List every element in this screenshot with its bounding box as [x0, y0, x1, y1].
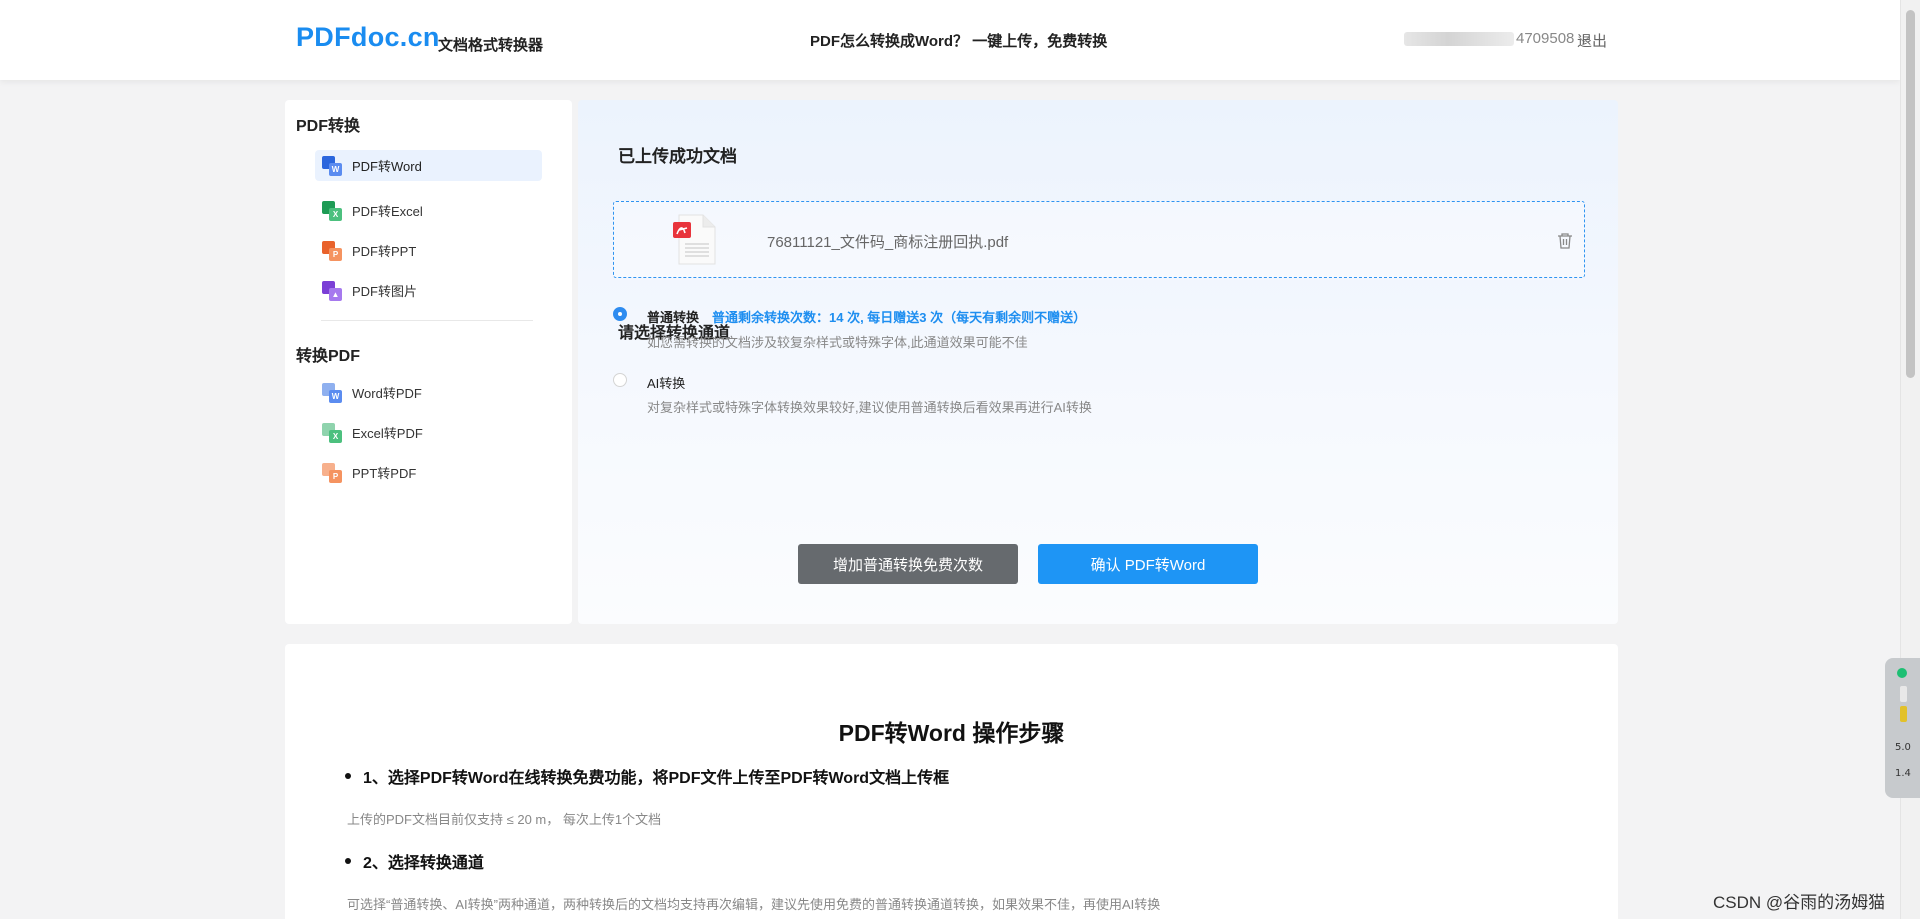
status-dot-icon [1897, 668, 1907, 678]
sidebar-item-word-to-pdf[interactable]: W Word转PDF [315, 377, 542, 408]
step-1-title: 1、选择PDF转Word在线转换免费功能，将PDF文件上传至PDF转Word文档… [345, 764, 949, 788]
float-value-2: 1.4 [1895, 768, 1911, 779]
option-normal-label[interactable]: 普通转换 [647, 307, 699, 326]
pdf-file-icon [673, 214, 716, 265]
add-free-count-button[interactable]: 增加普通转换免费次数 [798, 544, 1018, 584]
excel-icon: X [322, 422, 342, 443]
option-ai-desc: 对复杂样式或特殊字体转换效果较好,建议使用普通转换后看效果再进行AI转换 [647, 400, 1092, 415]
sidebar-item-pdf-to-image[interactable]: ▲ PDF转图片 [315, 275, 542, 306]
sidebar-item-label: PDF转Excel [352, 204, 423, 219]
confirm-convert-button[interactable]: 确认 PDF转Word [1038, 544, 1258, 584]
top-header: PDFdoc.cn 文档格式转换器 PDF怎么转换成Word？ 一键上传，免费转… [0, 0, 1900, 80]
logout-link[interactable]: 退出 [1577, 30, 1607, 51]
sidebar-item-label: PDF转Word [352, 159, 422, 174]
article-title: PDF转Word 操作步骤 [838, 720, 1065, 746]
radio-normal-conversion[interactable] [613, 307, 627, 321]
header-tagline: PDF怎么转换成Word？ 一键上传，免费转换 [810, 33, 1108, 50]
steps-article: PDF转Word 操作步骤 1、选择PDF转Word在线转换免费功能，将PDF文… [285, 644, 1618, 919]
option-normal-remaining: 普通剩余转换次数：14 次, 每日赠送3 次（每天有剩余则不赠送） [712, 310, 1087, 325]
sidebar-item-label: PDF转图片 [352, 284, 418, 299]
user-id-text: 4709508 [1516, 30, 1575, 47]
sidebar-item-pdf-to-excel[interactable]: X PDF转Excel [315, 195, 542, 226]
scrollbar-thumb[interactable] [1906, 10, 1915, 378]
sidebar-divider [321, 320, 533, 321]
sidebar-section-to-pdf: 转换PDF [296, 348, 361, 365]
blurred-username [1404, 31, 1514, 46]
step-2-text: 2、选择转换通道 [363, 855, 484, 872]
bullet-icon [345, 858, 351, 864]
option-ai-label[interactable]: AI转换 [647, 373, 685, 392]
step-1-text: 1、选择PDF转Word在线转换免费功能，将PDF文件上传至PDF转Word文档… [363, 770, 950, 787]
step-2-desc: 可选择“普通转换、AI转换”两种通道，两种转换后的文档均支持再次编辑，建议先使用… [347, 897, 1161, 912]
uploaded-file-name: 76811121_文件码_商标注册回执.pdf [767, 234, 1009, 251]
bullet-icon [345, 773, 351, 779]
excel-icon: X [322, 200, 342, 221]
sidebar-item-excel-to-pdf[interactable]: X Excel转PDF [315, 417, 542, 448]
bar-icon [1900, 706, 1907, 722]
uploaded-file-box[interactable]: 76811121_文件码_商标注册回执.pdf [613, 201, 1585, 278]
sidebar: PDF转换 W PDF转Word X PDF转Excel P PDF转PPT ▲… [285, 100, 572, 624]
site-subtitle: 文档格式转换器 [438, 37, 544, 54]
sidebar-item-pdf-to-word[interactable]: W PDF转Word [315, 150, 542, 181]
user-menu[interactable]: 4709508 [1404, 30, 1591, 47]
sidebar-section-pdf-convert: PDF转换 [296, 118, 361, 135]
step-2-title: 2、选择转换通道 [345, 849, 484, 873]
image-icon: ▲ [322, 280, 342, 301]
watermark: CSDN @谷雨的汤姆猫 [1713, 893, 1886, 912]
floating-toolbar[interactable]: 5.0 1.4 [1885, 658, 1920, 798]
option-normal-desc: 如您需转换的文档涉及较复杂样式或特殊字体,此通道效果可能不佳 [647, 335, 1028, 350]
ppt-icon: P [322, 462, 342, 483]
sidebar-item-label: Word转PDF [352, 386, 422, 401]
sidebar-item-label: PDF转PPT [352, 244, 417, 259]
site-logo[interactable]: PDFdoc.cn [296, 22, 440, 53]
uploaded-title: 已上传成功文档 [618, 147, 737, 166]
trash-icon[interactable] [1556, 232, 1574, 250]
step-1-desc: 上传的PDF文档目前仅支持 ≤ 20 m， 每次上传1个文档 [347, 812, 662, 827]
sidebar-item-label: Excel转PDF [352, 426, 423, 441]
word-icon: W [322, 382, 342, 403]
word-icon: W [322, 155, 342, 176]
float-value-1: 5.0 [1895, 742, 1911, 753]
sidebar-item-label: PPT转PDF [352, 466, 417, 481]
ppt-icon: P [322, 240, 342, 261]
sidebar-item-ppt-to-pdf[interactable]: P PPT转PDF [315, 457, 542, 488]
conversion-panel: 已上传成功文档 76811121_文件码_商标注册回执.pdf 请选择转换通道 … [578, 100, 1618, 624]
sidebar-item-pdf-to-ppt[interactable]: P PDF转PPT [315, 235, 542, 266]
bar-icon [1900, 686, 1907, 702]
radio-ai-conversion[interactable] [613, 373, 627, 387]
